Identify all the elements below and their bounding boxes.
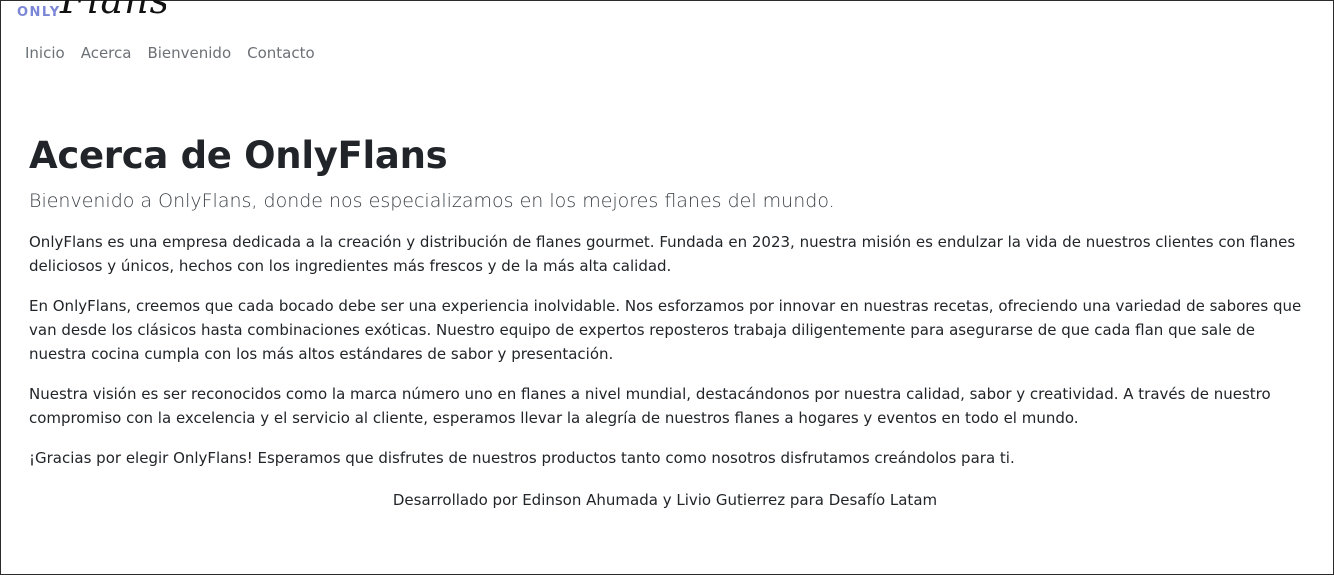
- main-nav: Inicio Acerca Bienvenido Contacto: [25, 44, 315, 62]
- brand-logo-only-text: ONLY: [17, 5, 61, 20]
- paragraph-4: ¡Gracias por elegir OnlyFlans! Esperamos…: [29, 449, 1015, 467]
- nav-item-contacto[interactable]: Contacto: [247, 44, 315, 62]
- about-section: Acerca de OnlyFlans Bienvenido a OnlyFla…: [29, 132, 1305, 486]
- lead-text: Bienvenido a OnlyFlans, donde nos especi…: [29, 190, 835, 212]
- brand-logo[interactable]: ONLY Flans: [16, 0, 166, 22]
- nav-item-inicio[interactable]: Inicio: [25, 44, 65, 62]
- page-title: Acerca de OnlyFlans: [29, 134, 448, 177]
- paragraph-2: En OnlyFlans, creemos que cada bocado de…: [29, 297, 1302, 363]
- brand-logo-flans-text: Flans: [60, 0, 166, 22]
- paragraph-1: OnlyFlans es una empresa dedicada a la c…: [29, 233, 1296, 275]
- paragraph-3: Nuestra visión es ser reconocidos como l…: [29, 385, 1271, 427]
- nav-item-acerca[interactable]: Acerca: [81, 44, 132, 62]
- nav-item-bienvenido[interactable]: Bienvenido: [147, 44, 231, 62]
- footer-credit: Desarrollado por Edinson Ahumada y Livio…: [392, 491, 938, 509]
